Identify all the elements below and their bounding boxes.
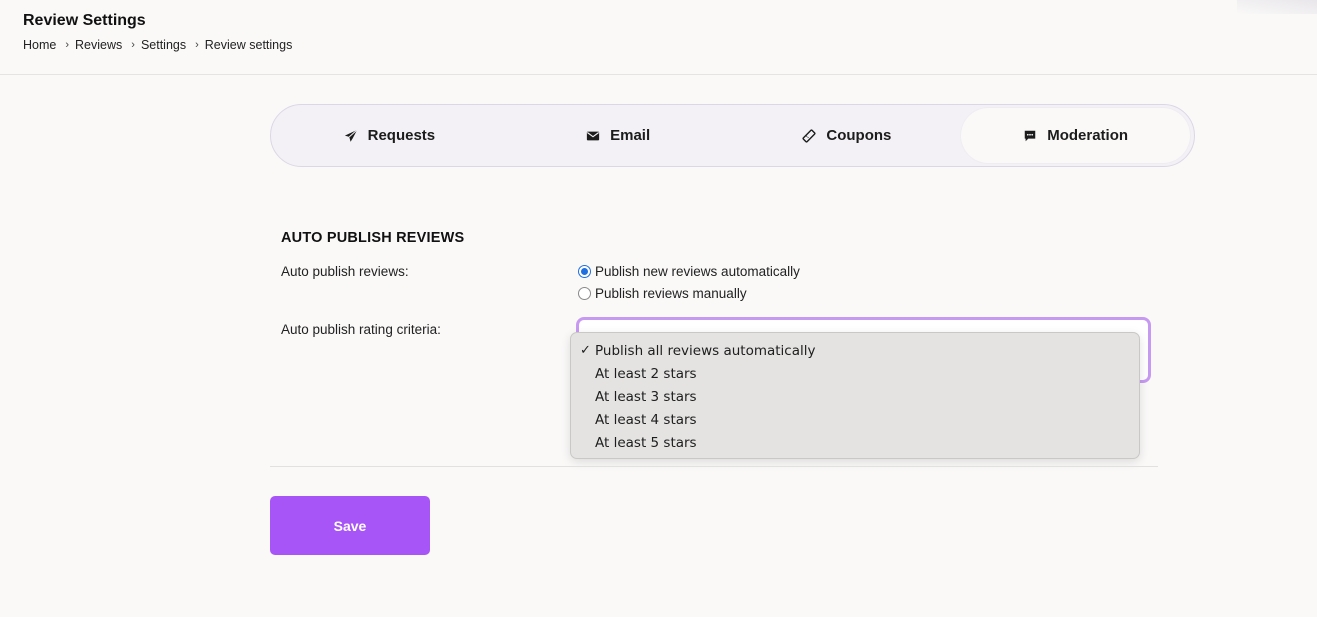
paper-plane-icon <box>344 128 358 143</box>
save-button[interactable]: Save <box>270 496 430 555</box>
tab-email[interactable]: Email <box>504 108 733 163</box>
page: Review Settings Home › Reviews › Setting… <box>0 0 1317 617</box>
check-icon: ✓ <box>580 343 591 358</box>
option-label: Publish all reviews automatically <box>595 343 816 359</box>
auto-publish-label: Auto publish reviews: <box>281 264 409 279</box>
chat-bubble-icon <box>1023 129 1037 143</box>
divider <box>270 466 1158 467</box>
breadcrumb: Home › Reviews › Settings › Review setti… <box>23 38 292 52</box>
radio-button-checked[interactable] <box>578 265 591 278</box>
tab-label: Email <box>610 127 651 144</box>
radio-label: Publish reviews manually <box>595 286 747 301</box>
radio-button[interactable] <box>578 287 591 300</box>
tab-label: Coupons <box>826 127 892 144</box>
option-label: At least 4 stars <box>595 412 697 428</box>
dropdown-option-2-stars[interactable]: At least 2 stars <box>571 363 1139 386</box>
dropdown-option-3-stars[interactable]: At least 3 stars <box>571 386 1139 409</box>
option-label: At least 5 stars <box>595 435 697 451</box>
breadcrumb-home[interactable]: Home <box>23 38 56 52</box>
dropdown-option-5-stars[interactable]: At least 5 stars <box>571 432 1139 455</box>
breadcrumb-current: Review settings <box>204 38 293 52</box>
rating-criteria-dropdown: ✓ Publish all reviews automatically At l… <box>570 332 1140 459</box>
breadcrumb-separator: › <box>65 39 70 51</box>
breadcrumb-settings[interactable]: Settings <box>141 38 186 52</box>
header: Review Settings Home › Reviews › Setting… <box>0 0 1317 75</box>
tab-coupons[interactable]: Coupons <box>733 108 962 163</box>
section-title: AUTO PUBLISH REVIEWS <box>281 230 465 246</box>
breadcrumb-separator: › <box>131 39 135 51</box>
option-label: At least 3 stars <box>595 389 697 405</box>
settings-tabs: Requests Email Coupons Moderation <box>270 104 1195 167</box>
dropdown-option-4-stars[interactable]: At least 4 stars <box>571 409 1139 432</box>
tab-label: Moderation <box>1047 127 1129 144</box>
tab-moderation[interactable]: Moderation <box>961 108 1190 163</box>
breadcrumb-reviews[interactable]: Reviews <box>75 38 122 52</box>
tab-requests[interactable]: Requests <box>275 108 504 163</box>
radio-publish-manually[interactable]: Publish reviews manually <box>578 286 747 301</box>
rating-criteria-label: Auto publish rating criteria: <box>281 322 441 337</box>
page-title: Review Settings <box>23 12 146 29</box>
dropdown-option-all[interactable]: ✓ Publish all reviews automatically <box>571 340 1139 363</box>
tab-label: Requests <box>367 127 436 144</box>
breadcrumb-separator: › <box>195 39 199 51</box>
envelope-icon <box>586 129 600 143</box>
radio-publish-automatically[interactable]: Publish new reviews automatically <box>578 264 800 279</box>
option-label: At least 2 stars <box>595 366 697 382</box>
radio-label: Publish new reviews automatically <box>595 264 800 279</box>
ticket-icon <box>802 128 816 143</box>
